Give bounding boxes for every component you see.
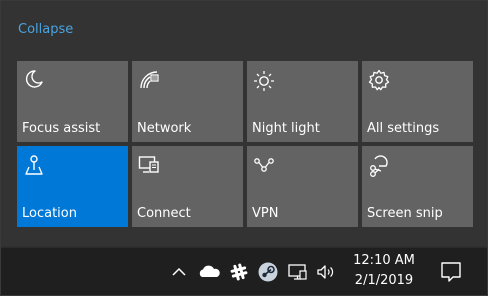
brightness-icon	[252, 68, 276, 92]
tile-screen-snip[interactable]: Screen snip	[362, 146, 473, 227]
tile-label: Connect	[137, 206, 191, 221]
tile-label: Network	[137, 121, 192, 136]
location-icon	[22, 153, 46, 177]
window-frame: Collapse Focus assist Network Night ligh…	[0, 0, 488, 296]
tile-all-settings[interactable]: All settings	[362, 61, 473, 142]
screen-snip-icon	[367, 153, 391, 177]
tile-label: Location	[22, 206, 77, 221]
collapse-link[interactable]: Collapse	[18, 22, 73, 37]
clock-time: 12:10 AM	[353, 253, 415, 268]
taskbar-clock[interactable]: 12:10 AM 2/1/2019	[349, 251, 419, 291]
tile-label: All settings	[367, 121, 440, 136]
steam-icon[interactable]	[257, 261, 279, 283]
vpn-icon	[252, 153, 276, 177]
onedrive-icon[interactable]	[197, 261, 220, 283]
tile-night-light[interactable]: Night light	[247, 61, 358, 142]
notification-icon	[439, 260, 463, 284]
tile-label: Screen snip	[367, 206, 443, 221]
tile-vpn[interactable]: VPN	[247, 146, 358, 227]
chevron-up-icon[interactable]	[168, 261, 190, 283]
taskbar: 12:10 AM 2/1/2019	[1, 247, 487, 295]
connect-icon	[137, 153, 161, 177]
network-icon	[137, 68, 161, 92]
slack-icon[interactable]	[228, 261, 250, 283]
tile-network[interactable]: Network	[132, 61, 243, 142]
tile-label: Night light	[252, 121, 320, 136]
tile-focus-assist[interactable]: Focus assist	[17, 61, 128, 142]
tile-location[interactable]: Location	[17, 146, 128, 227]
tile-connect[interactable]: Connect	[132, 146, 243, 227]
clock-date: 2/1/2019	[354, 273, 414, 288]
tile-label: VPN	[252, 206, 279, 221]
moon-icon	[22, 68, 46, 92]
action-center-panel: Collapse Focus assist Network Night ligh…	[1, 1, 487, 246]
volume-icon[interactable]	[315, 261, 337, 283]
tile-label: Focus assist	[22, 121, 101, 136]
network-wired-icon[interactable]	[287, 261, 309, 283]
gear-icon	[367, 68, 391, 92]
action-center-button[interactable]	[428, 248, 474, 295]
